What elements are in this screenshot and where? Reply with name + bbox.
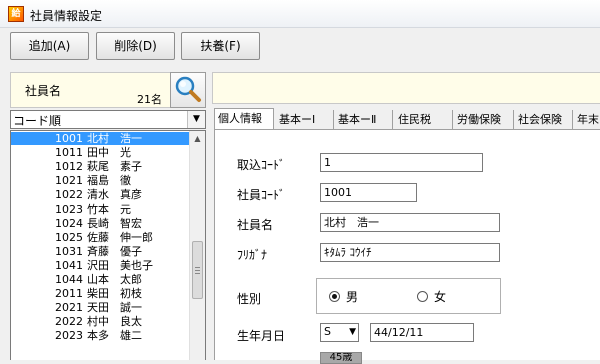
employee-code: 1025 — [55, 230, 83, 244]
era-value: S — [324, 325, 331, 338]
employee-code: 1024 — [55, 216, 83, 230]
tab-personal-info[interactable]: 個人情報 — [214, 108, 274, 130]
tab-bar: 個人情報 基本ーⅠ 基本ーⅡ 住民税 労働保険 社会保険 年末 — [214, 108, 600, 130]
gender-female-label[interactable]: 女 — [434, 288, 446, 305]
employee-name: 萩尾 素子 — [87, 160, 142, 174]
delete-button[interactable]: 削除(D) — [96, 32, 175, 60]
personal-info-panel: 取込ｺｰﾄﾞ 1 社員ｺｰﾄﾞ 1001 社員名 北村 浩一 ﾌﾘｶﾞﾅ ｷﾀﾑ… — [214, 129, 600, 364]
intake-code-field[interactable]: 1 — [320, 153, 483, 172]
detail-header — [212, 72, 600, 104]
kana-label: ﾌﾘｶﾞﾅ — [237, 248, 268, 262]
employee-code: 1012 — [55, 160, 83, 174]
employee-name-label: 社員名 — [237, 218, 274, 232]
scroll-up-icon[interactable]: ▲ — [190, 131, 205, 147]
toolbar: 追加(A) 削除(D) 扶養(F) — [0, 28, 600, 70]
employee-name: 天田 誠一 — [87, 301, 142, 315]
employee-list[interactable]: 1001 北村 浩一 1011 田中 光 1012 萩尾 素子 1021 福島 徹 1022 清水… — [10, 130, 206, 360]
employee-row[interactable]: 2023 本多 雄二 — [11, 329, 189, 342]
employee-row[interactable]: 1011 田中 光 — [11, 146, 189, 159]
employee-name: 山本 太郎 — [87, 273, 142, 286]
window-title: 社員情報設定 — [30, 9, 103, 23]
employee-code: 2023 — [55, 329, 83, 343]
employee-name-header-label: 社員名 — [25, 84, 62, 98]
birthdate-field[interactable]: 44/12/11 — [370, 323, 474, 342]
employee-name: 沢田 美也子 — [87, 258, 153, 272]
sort-order-select[interactable]: コード順 ▼ — [10, 110, 206, 129]
add-button[interactable]: 追加(A) — [10, 32, 89, 60]
magnifier-icon — [175, 76, 201, 102]
gender-label: 性別 — [237, 292, 262, 306]
sort-order-value: コード順 — [13, 114, 62, 128]
tab-resident-tax[interactable]: 住民税 — [395, 110, 453, 130]
employee-name: 清水 真彦 — [87, 188, 142, 202]
employee-row[interactable]: 1022 清水 真彦 — [11, 188, 189, 201]
employee-row[interactable]: 2022 村中 良太 — [11, 315, 189, 328]
employee-name: 福島 徹 — [87, 174, 131, 188]
employee-row[interactable]: 1001 北村 浩一 — [11, 132, 189, 145]
tab-basic-1[interactable]: 基本ーⅠ — [276, 110, 334, 130]
birthdate-label: 生年月日 — [237, 329, 286, 343]
employee-code: 2021 — [55, 301, 83, 315]
employee-code-label: 社員ｺｰﾄﾞ — [237, 188, 286, 202]
scrollbar-thumb[interactable] — [192, 241, 203, 299]
employee-row[interactable]: 1041 沢田 美也子 — [11, 259, 189, 272]
tab-basic-2[interactable]: 基本ーⅡ — [335, 110, 393, 130]
employee-name: 北村 浩一 — [87, 132, 142, 145]
title-bar: 給 社員情報設定 — [0, 0, 600, 28]
employee-code: 1021 — [55, 174, 83, 188]
employee-code: 1041 — [55, 258, 83, 272]
employee-code: 1011 — [55, 146, 83, 160]
gender-group: 男 女 — [316, 278, 501, 314]
employee-row[interactable]: 1025 佐藤 伸一郎 — [11, 231, 189, 244]
intake-code-label: 取込ｺｰﾄﾞ — [237, 158, 286, 172]
employee-name: 佐藤 伸一郎 — [87, 230, 153, 244]
chevron-down-icon[interactable]: ▼ — [187, 111, 205, 128]
app-icon: 給 — [8, 6, 24, 22]
employee-code-field[interactable]: 1001 — [320, 183, 417, 202]
list-scrollbar[interactable]: ▲ — [189, 131, 205, 360]
employee-row[interactable]: 2011 柴田 初枝 — [11, 287, 189, 300]
employee-name: 田中 光 — [87, 146, 131, 160]
gender-male-radio[interactable] — [329, 291, 340, 302]
gender-female-radio[interactable] — [417, 291, 428, 302]
employee-code: 2022 — [55, 315, 83, 329]
employee-code: 2011 — [55, 287, 83, 301]
employee-code: 1044 — [55, 273, 83, 286]
tab-social-insurance[interactable]: 社会保険 — [515, 110, 573, 130]
employee-row[interactable]: 1023 竹本 元 — [11, 203, 189, 216]
employee-name-field[interactable]: 北村 浩一 — [320, 213, 500, 232]
employee-code: 1023 — [55, 202, 83, 216]
employee-name: 村中 良太 — [87, 315, 142, 329]
employee-row[interactable]: 1021 福島 徹 — [11, 174, 189, 187]
chevron-down-icon[interactable]: ▼ — [349, 324, 356, 341]
employee-name: 斉藤 優子 — [87, 244, 142, 258]
age-badge: 45歳 — [320, 352, 362, 364]
employee-count: 21名 — [137, 93, 162, 106]
dependents-button[interactable]: 扶養(F) — [181, 32, 260, 60]
employee-row[interactable]: 1044 山本 太郎 — [11, 273, 189, 286]
employee-name: 本多 雄二 — [87, 329, 142, 343]
employee-code: 1001 — [55, 132, 83, 145]
search-button[interactable] — [170, 72, 206, 108]
employee-row[interactable]: 1024 長崎 智宏 — [11, 217, 189, 230]
gender-male-label[interactable]: 男 — [346, 288, 358, 305]
employee-code: 1031 — [55, 244, 83, 258]
era-select[interactable]: S ▼ — [320, 323, 359, 342]
employee-row[interactable]: 2021 天田 誠一 — [11, 301, 189, 314]
employee-row[interactable]: 1031 斉藤 優子 — [11, 245, 189, 258]
tab-labor-insurance[interactable]: 労働保険 — [454, 110, 514, 130]
employee-name: 竹本 元 — [87, 202, 131, 216]
employee-code: 1022 — [55, 188, 83, 202]
employee-row[interactable]: 1012 萩尾 素子 — [11, 160, 189, 173]
tab-year-end[interactable]: 年末 — [574, 110, 600, 130]
employee-name: 長崎 智宏 — [87, 216, 142, 230]
employee-name: 柴田 初枝 — [87, 287, 142, 301]
kana-field[interactable]: ｷﾀﾑﾗ ｺｳｲﾁ — [320, 243, 500, 262]
